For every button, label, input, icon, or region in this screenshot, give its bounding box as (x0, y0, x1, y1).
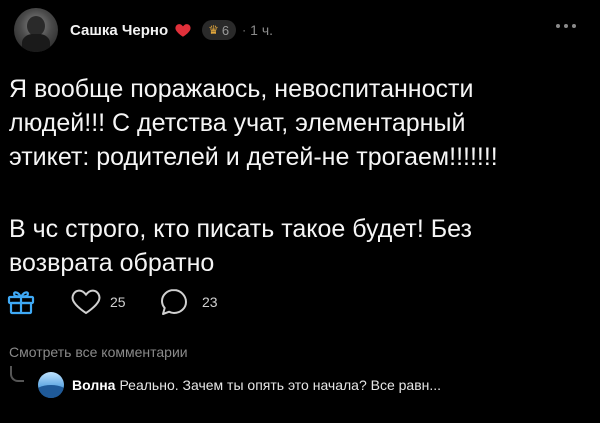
gift-icon[interactable] (6, 286, 36, 316)
commenter-avatar[interactable] (38, 372, 64, 398)
post-text: Я вообще поражаюсь, невоспитанности люде… (9, 72, 589, 280)
crown-badge-icon: ♛ (208, 23, 219, 37)
author-name[interactable]: Сашка Черно (70, 22, 168, 39)
comment-bubble-icon[interactable] (158, 286, 190, 318)
comment-body: Реально. Зачем ты опять это начала? Все … (119, 377, 442, 393)
like-heart-icon[interactable] (70, 286, 102, 316)
badge-count: 6 (221, 22, 230, 38)
view-all-comments-link[interactable]: Смотреть все комментарии (9, 344, 188, 360)
post-actions: 25 23 (6, 286, 306, 318)
more-dots-icon[interactable] (556, 24, 576, 28)
time-separator: · (242, 23, 247, 37)
commenter-name[interactable]: Волна (72, 377, 115, 393)
post-paragraph-2: В чс строго, кто писать такое будет! Без… (9, 215, 472, 277)
like-count: 25 (110, 294, 126, 310)
heart-icon (175, 24, 191, 37)
comment-preview[interactable]: Волна Реально. Зачем ты опять это начала?… (10, 366, 590, 400)
level-badge[interactable]: ♛ 6 (202, 20, 237, 40)
post-card: Сашка Черно ♛ 6 · 1 ч. Я вообще поражаюс… (0, 0, 600, 423)
comment-count: 23 (202, 294, 218, 310)
post-time: 1 ч. (250, 22, 274, 38)
post-header: Сашка Черно ♛ 6 · 1 ч. (14, 6, 586, 54)
author-avatar[interactable] (14, 8, 58, 52)
reply-connector (10, 366, 24, 382)
post-paragraph-1: Я вообще поражаюсь, невоспитанности люде… (9, 75, 498, 171)
comment-preview-text: Волна Реально. Зачем ты опять это начала?… (72, 377, 582, 393)
